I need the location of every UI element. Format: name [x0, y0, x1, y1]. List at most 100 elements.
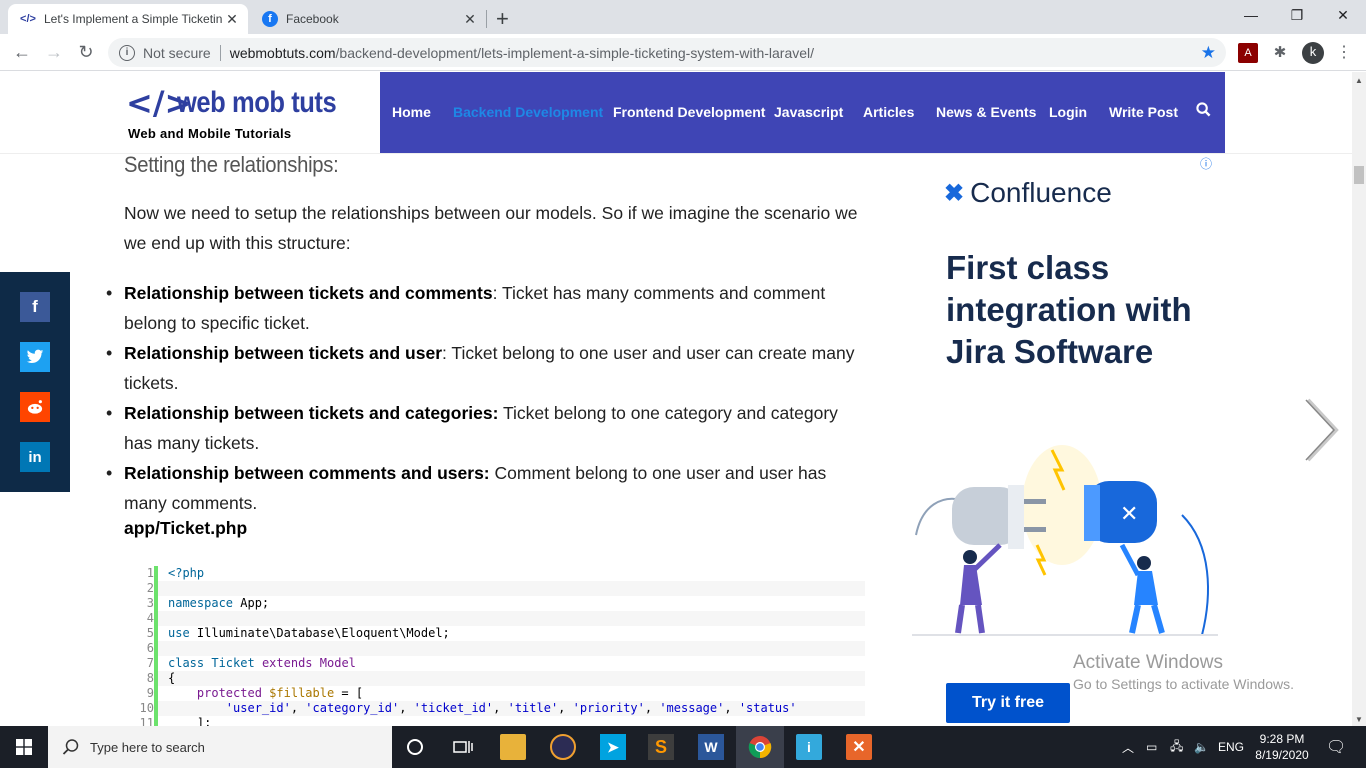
volume-icon[interactable]: 🔈 [1194, 726, 1209, 768]
code-line: 'user_id', 'category_id', 'ticket_id', '… [158, 701, 865, 716]
taskbar: Type here to search ➤ S W i ✕ ︿ ▭ 🖧 🔈 EN… [0, 726, 1366, 768]
nav-home[interactable]: Home [392, 104, 431, 120]
notes-app-icon[interactable]: i [796, 734, 822, 760]
divider [219, 44, 221, 61]
vertical-scrollbar[interactable]: ▲ ▼ [1352, 72, 1366, 726]
code-line: { [158, 671, 865, 686]
code-line: class Ticket extends Model [168, 656, 356, 670]
ad-brand: ✖ Confluence [944, 177, 1112, 209]
tab-separator [486, 10, 487, 28]
nav-articles[interactable]: Articles [863, 104, 914, 120]
sublime-text-icon[interactable]: S [648, 734, 674, 760]
main-nav: Home Backend Development Frontend Develo… [380, 72, 1225, 153]
reddit-share-icon[interactable] [20, 392, 50, 422]
restore-button[interactable]: ❐ [1274, 0, 1320, 30]
line-number: 7 [146, 656, 154, 670]
close-tab-icon[interactable]: ✕ [222, 11, 242, 28]
tab-title: Facebook [286, 12, 339, 26]
xampp-icon[interactable]: ✕ [846, 734, 872, 760]
security-label[interactable]: Not secure [143, 45, 211, 61]
watermark-subtitle: Go to Settings to activate Windows. [1073, 676, 1294, 692]
word-icon[interactable]: W [698, 734, 724, 760]
line-number: 5 [146, 626, 154, 640]
show-hidden-icons[interactable]: ︿ [1122, 726, 1134, 768]
address-bar[interactable]: i Not secure webmobtuts.com /backend-dev… [108, 38, 1226, 67]
list-item: Relationship between tickets and categor… [106, 398, 869, 458]
battery-icon[interactable]: ▭ [1146, 726, 1157, 768]
chevron-right-icon[interactable] [1304, 398, 1340, 462]
ad-brand-name: Confluence [970, 177, 1112, 208]
profile-avatar[interactable]: k [1302, 42, 1324, 64]
code-block[interactable]: 1 2 3 4 5 6 7 8 9 10 11 <?php namespace … [130, 566, 865, 726]
code-line: ]; [168, 716, 212, 726]
line-number: 6 [146, 641, 154, 655]
nav-login[interactable]: Login [1049, 104, 1087, 120]
scroll-up-icon[interactable]: ▲ [1355, 76, 1363, 85]
list-item-bold: Relationship between tickets and comment… [124, 283, 493, 303]
taskbar-search-placeholder: Type here to search [90, 739, 205, 755]
tab-facebook[interactable]: f Facebook ✕ [250, 4, 486, 34]
logo-tagline: Web and Mobile Tutorials [128, 126, 292, 141]
toolbar: ← → ↻ i Not secure webmobtuts.com /backe… [0, 34, 1366, 71]
line-number: 2 [146, 581, 154, 595]
task-view-icon[interactable] [450, 734, 476, 760]
activate-windows-watermark: Activate Windows Go to Settings to activ… [1073, 652, 1294, 692]
code-line: <?php [168, 566, 205, 580]
chrome-icon[interactable] [747, 734, 773, 760]
remote-desktop-icon[interactable]: ➤ [600, 734, 626, 760]
code-icon: </> [20, 13, 36, 25]
notification-icon[interactable]: 🗨 [1326, 726, 1346, 768]
scroll-down-icon[interactable]: ▼ [1355, 715, 1363, 724]
search-icon[interactable] [1196, 102, 1211, 122]
new-tab-button[interactable]: + [496, 6, 509, 32]
tab-strip: </> Let's Implement a Simple Ticketing ✕… [0, 0, 1366, 34]
minimize-button[interactable]: — [1228, 0, 1274, 30]
ad-headline: First class integration with Jira Softwa… [946, 249, 1192, 370]
code-line: namespace App; [168, 596, 270, 610]
nav-news-events[interactable]: News & Events [936, 104, 1036, 120]
site-header: </> web mob tuts Web and Mobile Tutorial… [0, 72, 1352, 154]
try-it-free-button[interactable]: Try it free [946, 683, 1070, 723]
clock-time: 9:28 PM [1259, 732, 1305, 746]
code-line [158, 641, 865, 656]
cortana-icon[interactable] [402, 734, 428, 760]
taskbar-search[interactable]: Type here to search [48, 726, 392, 768]
screen: </> Let's Implement a Simple Ticketing ✕… [0, 0, 1366, 768]
back-icon[interactable]: ← [10, 40, 34, 64]
nav-javascript[interactable]: Javascript [774, 104, 843, 120]
eclipse-icon[interactable] [550, 734, 576, 760]
nav-backend-development[interactable]: Backend Development [453, 104, 603, 120]
code-line [158, 611, 865, 626]
scroll-thumb[interactable] [1354, 166, 1364, 184]
social-share-bar: f in [0, 272, 70, 492]
nav-write-post[interactable]: Write Post [1109, 104, 1178, 120]
network-icon[interactable]: 🖧 [1170, 726, 1183, 768]
menu-kebab-icon[interactable]: ⋮ [1334, 43, 1354, 63]
language-indicator[interactable]: ENG [1218, 726, 1244, 768]
twitter-share-icon[interactable] [20, 342, 50, 372]
reload-icon[interactable]: ↻ [74, 40, 98, 64]
list-item: Relationship between comments and users:… [106, 458, 869, 518]
line-number: 9 [146, 686, 154, 700]
pdf-extension-icon[interactable]: A [1238, 43, 1258, 63]
extensions-puzzle-icon[interactable]: ✱ [1270, 43, 1290, 63]
forward-icon[interactable]: → [42, 40, 66, 64]
close-window-button[interactable]: ✕ [1320, 0, 1366, 30]
file-explorer-icon[interactable] [500, 734, 526, 760]
taskbar-clock[interactable]: 9:28 PM 8/19/2020 [1250, 731, 1314, 763]
facebook-share-icon[interactable]: f [20, 292, 50, 322]
confluence-logo-icon: ✖ [944, 179, 965, 207]
line-number: 1 [146, 566, 154, 580]
ad-info-icon[interactable]: ⓘ [1200, 155, 1212, 172]
tab-title: Let's Implement a Simple Ticketing [44, 12, 222, 26]
nav-frontend-development[interactable]: Frontend Development [613, 104, 765, 120]
bookmark-star-icon[interactable]: ★ [1201, 43, 1216, 63]
ad-banner[interactable]: ⓘ ✖ Confluence First class integration w… [912, 155, 1218, 725]
tab-webmobtuts[interactable]: </> Let's Implement a Simple Ticketing ✕ [8, 4, 248, 34]
info-icon[interactable]: i [119, 44, 135, 61]
logo-name[interactable]: web mob tuts [177, 86, 337, 120]
windows-start-icon[interactable] [0, 726, 48, 768]
close-tab-icon[interactable]: ✕ [460, 11, 480, 28]
linkedin-share-icon[interactable]: in [20, 442, 50, 472]
code-line: use Illuminate\Database\Eloquent\Model; [168, 626, 450, 640]
